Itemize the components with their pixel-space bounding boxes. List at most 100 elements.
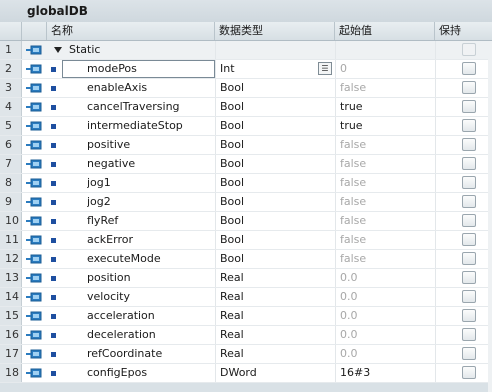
variable-name[interactable]: flyRef [87,212,215,230]
column-divider [435,269,436,287]
table-row[interactable]: 15 acceleration Real 0.0 [0,307,492,326]
variable-name[interactable]: configEpos [87,364,215,382]
start-value[interactable]: 0.0 [340,307,430,325]
variable-name[interactable]: refCoordinate [87,345,215,363]
retain-checkbox[interactable] [462,176,476,189]
retain-checkbox[interactable] [462,290,476,303]
data-type[interactable]: Real [220,345,316,363]
variable-name[interactable]: velocity [87,288,215,306]
table-row[interactable]: 9 jog2 Bool false [0,193,492,212]
start-value[interactable]: false [340,231,430,249]
header-start-value[interactable]: 起始值 [335,22,435,40]
table-row[interactable]: 4 cancelTraversing Bool true [0,98,492,117]
header-retain[interactable]: 保持 [435,22,492,40]
variable-name[interactable]: executeMode [87,250,215,268]
start-value[interactable]: false [340,136,430,154]
retain-checkbox[interactable] [462,195,476,208]
retain-checkbox[interactable] [462,138,476,151]
retain-checkbox[interactable] [462,157,476,170]
variable-name[interactable]: acceleration [87,307,215,325]
variable-name[interactable]: position [87,269,215,287]
table-row[interactable]: 5 intermediateStop Bool true [0,117,492,136]
variable-name[interactable]: negative [87,155,215,173]
member-marker-icon [51,276,56,281]
table-row[interactable]: 18 configEpos DWord 16#3 [0,364,492,383]
table-row[interactable]: 2 modePos Int ☰ 0 [0,60,492,79]
retain-checkbox[interactable] [462,43,476,56]
start-value[interactable]: false [340,79,430,97]
data-type[interactable]: Bool [220,250,316,268]
retain-checkbox[interactable] [462,100,476,113]
retain-checkbox[interactable] [462,214,476,227]
start-value[interactable]: false [340,212,430,230]
data-type[interactable]: Bool [220,193,316,211]
table-row[interactable]: 3 enableAxis Bool false [0,79,492,98]
data-type[interactable]: Bool [220,98,316,116]
retain-checkbox[interactable] [462,252,476,265]
variable-name[interactable]: positive [87,136,215,154]
retain-checkbox[interactable] [462,233,476,246]
table-row[interactable]: 11 ackError Bool false [0,231,492,250]
variable-name[interactable]: ackError [87,231,215,249]
start-value[interactable]: false [340,155,430,173]
column-divider [435,117,436,135]
data-type[interactable]: Bool [220,117,316,135]
table-row[interactable]: 14 velocity Real 0.0 [0,288,492,307]
retain-checkbox[interactable] [462,62,476,75]
table-row[interactable]: 6 positive Bool false [0,136,492,155]
data-type[interactable]: Bool [220,155,316,173]
start-value[interactable]: 0.0 [340,288,430,306]
column-divider [215,193,216,211]
data-type[interactable]: DWord [220,364,316,382]
variable-name[interactable]: enableAxis [87,79,215,97]
start-value[interactable]: 0.0 [340,326,430,344]
retain-checkbox[interactable] [462,271,476,284]
table-row[interactable]: 7 negative Bool false [0,155,492,174]
start-value[interactable]: 0.0 [340,269,430,287]
data-type[interactable]: Int [220,60,316,78]
retain-checkbox[interactable] [462,309,476,322]
start-value[interactable]: true [340,98,430,116]
data-type[interactable]: Bool [220,136,316,154]
start-value[interactable]: 0 [340,60,430,78]
start-value[interactable]: 0.0 [340,345,430,363]
data-type[interactable]: Bool [220,231,316,249]
start-value[interactable]: false [340,193,430,211]
header-name[interactable]: 名称 [47,22,215,40]
data-type[interactable]: Bool [220,174,316,192]
retain-checkbox[interactable] [462,366,476,379]
table-row[interactable]: 16 deceleration Real 0.0 [0,326,492,345]
variable-name[interactable]: intermediateStop [87,117,215,135]
variable-name[interactable]: modePos [87,60,215,78]
retain-checkbox[interactable] [462,119,476,132]
variable-name[interactable]: cancelTraversing [87,98,215,116]
data-type[interactable]: Real [220,269,316,287]
start-value[interactable]: 16#3 [340,364,430,382]
variable-name[interactable]: jog1 [87,174,215,192]
data-type[interactable]: Real [220,288,316,306]
retain-checkbox[interactable] [462,347,476,360]
data-type[interactable]: Bool [220,79,316,97]
start-value[interactable]: false [340,250,430,268]
variable-name[interactable]: jog2 [87,193,215,211]
table-row-static[interactable]: 1 Static [0,41,492,60]
data-type[interactable]: Bool [220,212,316,230]
column-divider [435,326,436,344]
data-type[interactable]: Real [220,307,316,325]
start-value[interactable]: false [340,174,430,192]
collapse-arrow-icon[interactable] [54,47,62,53]
retain-checkbox[interactable] [462,328,476,341]
variable-name[interactable]: deceleration [87,326,215,344]
vertical-scrollbar[interactable] [488,41,492,392]
header-datatype[interactable]: 数据类型 [215,22,335,40]
table-row[interactable]: 17 refCoordinate Real 0.0 [0,345,492,364]
table-row[interactable]: 10 flyRef Bool false [0,212,492,231]
table-row[interactable]: 12 executeMode Bool false [0,250,492,269]
data-type[interactable]: Real [220,326,316,344]
table-row[interactable]: 13 position Real 0.0 [0,269,492,288]
table-row[interactable]: 8 jog1 Bool false [0,174,492,193]
column-divider [435,193,436,211]
retain-checkbox[interactable] [462,81,476,94]
start-value[interactable]: true [340,117,430,135]
list-dropdown-icon[interactable]: ☰ [318,62,332,75]
